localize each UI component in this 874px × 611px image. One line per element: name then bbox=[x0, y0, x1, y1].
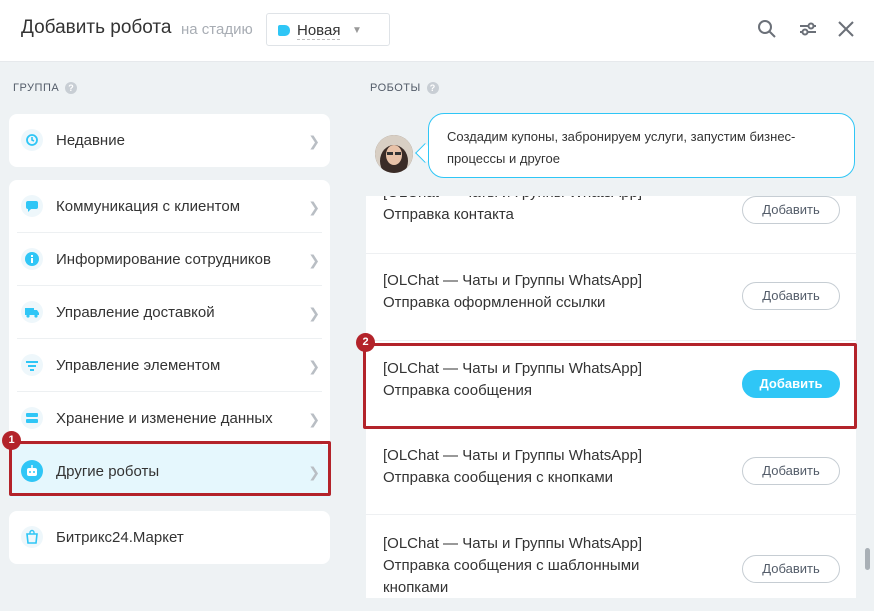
help-icon[interactable]: ? bbox=[65, 82, 78, 95]
group-item-label: Коммуникация с клиентом bbox=[56, 198, 241, 215]
robot-subtitle-continued: кнопками bbox=[383, 579, 449, 596]
truck-icon bbox=[21, 301, 43, 323]
group-item-notify-employees[interactable]: Информирование сотрудников ❯ bbox=[9, 233, 330, 286]
robot-subtitle: Отправка сообщения с шаблонными bbox=[383, 557, 640, 574]
add-robot-button[interactable]: Добавить bbox=[742, 370, 840, 398]
robot-item: [OLChat — Чаты и Группы WhatsApp] Отправ… bbox=[366, 196, 856, 254]
group-item-recent[interactable]: Недавние ❯ bbox=[9, 114, 330, 167]
add-robot-button[interactable]: Добавить bbox=[742, 555, 840, 583]
history-icon bbox=[21, 129, 43, 151]
group-item-other-robots[interactable]: Другие роботы ❯ bbox=[9, 445, 330, 498]
close-icon[interactable] bbox=[835, 18, 857, 40]
group-item-label: Управление доставкой bbox=[56, 304, 215, 321]
add-robot-button[interactable]: Добавить bbox=[742, 282, 840, 310]
robot-title: [OLChat — Чаты и Группы WhatsApp] bbox=[383, 535, 643, 552]
search-icon[interactable] bbox=[756, 18, 778, 40]
annotation-badge-1: 1 bbox=[2, 431, 21, 450]
assistant-avatar bbox=[375, 135, 413, 173]
chevron-right-icon: ❯ bbox=[308, 252, 320, 268]
chevron-right-icon: ❯ bbox=[308, 358, 320, 374]
market-bag-icon bbox=[21, 526, 43, 548]
annotation-badge-2: 2 bbox=[356, 333, 375, 352]
robots-scrollbar[interactable] bbox=[865, 548, 870, 570]
robot-item: [OLChat — Чаты и Группы WhatsApp] Отправ… bbox=[366, 254, 856, 341]
group-item-label: Хранение и изменение данных bbox=[56, 410, 273, 427]
chat-icon bbox=[21, 195, 43, 217]
robot-title: [OLChat — Чаты и Группы WhatsApp] bbox=[383, 447, 643, 464]
chevron-right-icon: ❯ bbox=[308, 199, 320, 215]
robot-subtitle: Отправка оформленной ссылки bbox=[383, 294, 606, 311]
stage-color-marker bbox=[278, 25, 290, 36]
filter-settings-icon[interactable] bbox=[797, 18, 819, 40]
group-item-element[interactable]: Управление элементом ❯ bbox=[9, 339, 330, 392]
market-card: Битрикс24.Маркет bbox=[9, 511, 330, 564]
chevron-down-icon: ▼ bbox=[352, 25, 362, 36]
group-item-market[interactable]: Битрикс24.Маркет bbox=[9, 511, 330, 564]
stage-value: Новая bbox=[297, 22, 341, 40]
storage-icon bbox=[21, 407, 43, 429]
group-item-label: Информирование сотрудников bbox=[56, 251, 271, 268]
group-item-label: Управление элементом bbox=[56, 357, 221, 374]
group-item-storage[interactable]: Хранение и изменение данных ❯ bbox=[9, 392, 330, 445]
robot-subtitle: Отправка контакта bbox=[383, 206, 514, 223]
group-section-title: ГРУППА? bbox=[13, 82, 78, 95]
group-item-label: Другие роботы bbox=[56, 463, 160, 480]
chevron-right-icon: ❯ bbox=[308, 305, 320, 321]
robot-item: [OLChat — Чаты и Группы WhatsApp] Отправ… bbox=[366, 341, 856, 428]
add-robot-button[interactable]: Добавить bbox=[742, 457, 840, 485]
dialog-header: Добавить робота на стадию Новая ▼ bbox=[0, 0, 874, 62]
robot-item: [OLChat — Чаты и Группы WhatsApp] Отправ… bbox=[366, 428, 856, 515]
robot-icon bbox=[21, 460, 43, 482]
dialog-title: Добавить робота bbox=[21, 17, 172, 38]
stage-select[interactable]: Новая ▼ bbox=[266, 13, 390, 46]
stage-label: на стадию bbox=[181, 21, 253, 38]
chevron-right-icon: ❯ bbox=[308, 411, 320, 427]
robots-title-text: РОБОТЫ bbox=[370, 82, 421, 94]
recent-card: Недавние ❯ bbox=[9, 114, 330, 167]
group-item-label: Недавние bbox=[56, 132, 125, 149]
help-icon[interactable]: ? bbox=[426, 82, 439, 95]
group-item-delivery[interactable]: Управление доставкой ❯ bbox=[9, 286, 330, 339]
add-robot-button[interactable]: Добавить bbox=[742, 196, 840, 224]
robot-item: [OLChat — Чаты и Группы WhatsApp] Отправ… bbox=[366, 515, 856, 598]
filter-icon bbox=[21, 354, 43, 376]
robot-subtitle: Отправка сообщения bbox=[383, 382, 532, 399]
robots-list: [OLChat — Чаты и Группы WhatsApp] Отправ… bbox=[366, 196, 856, 598]
robots-section-title: РОБОТЫ? bbox=[370, 82, 439, 95]
robot-title: [OLChat — Чаты и Группы WhatsApp] bbox=[383, 196, 642, 204]
chevron-right-icon: ❯ bbox=[308, 464, 320, 480]
info-icon bbox=[21, 248, 43, 270]
robot-title: [OLChat — Чаты и Группы WhatsApp] bbox=[383, 360, 643, 377]
robot-title: [OLChat — Чаты и Группы WhatsApp] bbox=[383, 272, 643, 289]
hint-bubble: Создадим купоны, забронируем услуги, зап… bbox=[428, 113, 855, 178]
group-item-label: Битрикс24.Маркет bbox=[56, 529, 184, 546]
group-item-communication[interactable]: Коммуникация с клиентом ❯ bbox=[9, 180, 330, 233]
chevron-right-icon: ❯ bbox=[308, 133, 320, 149]
robot-subtitle: Отправка сообщения с кнопками bbox=[383, 469, 614, 486]
groups-card: Коммуникация с клиентом ❯ Информирование… bbox=[9, 180, 330, 498]
group-title-text: ГРУППА bbox=[13, 82, 60, 94]
